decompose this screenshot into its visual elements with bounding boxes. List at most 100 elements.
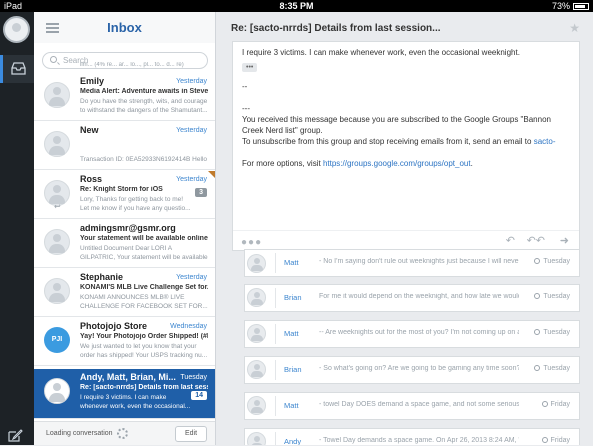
status-bar: iPad 8:35 PM 73% [0,0,593,12]
search-icon [50,56,57,63]
signature-dash: -- [242,82,248,91]
avatar [247,432,266,445]
preview: KONAMI ANNOUNCES MLB® LIVE CHALLENGE FOR… [80,294,208,310]
sender: admingsmr@gsmr.org [80,223,176,233]
thread-snippet: - No I'm saying don't rule out weeknight… [319,258,519,265]
inbox-tray-icon [11,62,26,75]
loading-text: Loading conversation [46,430,113,437]
subject: Re: Knight Storm for iOS [80,186,163,193]
list-title: Inbox [107,20,142,35]
thread-date-text: Friday [550,437,570,444]
reply-icon: ↩ [54,202,61,211]
star-icon[interactable]: ★ [569,21,580,35]
photojojo-avatar: PJI [44,327,70,353]
preview: Untitled Document Dear LORI A GILPATRIC,… [80,245,208,261]
thread-date-text: Tuesday [543,258,570,265]
thread-date-text: Tuesday [543,293,570,300]
body-line: I require 3 victims. I can make whenever… [242,48,520,57]
compose-icon [8,429,23,442]
thread-date: Friday [541,401,570,408]
thread-item[interactable]: Brian For me it would depend on the week… [244,284,580,312]
group-notice: You received this message because you ar… [242,115,551,135]
reply-all-icon[interactable]: ↶↶ [527,234,545,247]
clock-icon [541,437,548,443]
conversation-pane: Re: [sacto-nrrds] Details from last sess… [216,12,593,445]
count-badge: 14 [191,391,207,400]
avatar [247,288,266,307]
thread-snippet: - So what's going on? Are we going to be… [319,365,519,372]
thread-item[interactable]: Matt - No I'm saying don't rule out week… [244,249,580,277]
date: Yesterday [176,78,207,85]
avatar [44,131,70,157]
preview: Lory, Thanks for getting back to me! Let… [80,196,191,212]
compose-button[interactable] [0,422,34,446]
clock-icon [534,365,541,371]
clock-icon [534,258,541,264]
thread-sender: Matt [284,401,299,410]
thread-item[interactable]: Andy - Towel Day demands a space game. O… [244,428,580,445]
options-text: For more options, visit [242,159,321,168]
clock: 8:35 PM [279,1,314,11]
thread-item[interactable]: Matt - towel Day DOES demand a space gam… [244,392,580,420]
list-footer: Loading conversation Edit [34,421,215,445]
list-item[interactable]: Stephanie Yesterday KONAMI'S MLB Live Ch… [34,269,215,317]
list-item-selected[interactable]: Andy, Matt, Brian, Mi... Tuesday Re: [sa… [34,369,215,419]
thread-snippet: - towel Day DOES demand a space game, an… [319,401,519,408]
battery-icon [573,3,589,10]
avatar [247,254,266,273]
list-item[interactable]: PJI Photojojo Store Wednesday Yay! Your … [34,318,215,366]
message-list-panel: Inbox Search lim... (4% re... ar... lo..… [34,12,216,445]
reply-icon[interactable]: ↶ [506,234,515,247]
edit-button[interactable]: Edit [175,426,207,442]
thread-item[interactable]: Matt -- Are weeknights out for the most … [244,320,580,348]
conversation-title: Re: [sacto-nrrds] Details from last sess… [231,23,441,34]
avatar [247,324,266,343]
sender: Emily [80,76,105,86]
avatar [247,360,266,379]
avatar [44,378,70,404]
clock-icon [541,401,548,407]
thread-date-text: Tuesday [543,329,570,336]
thread-snippet: - Towel Day demands a space game. On Apr… [319,437,519,444]
thread-snippet: For me it would depend on the weeknight,… [319,293,519,300]
thread-date: Friday [541,437,570,444]
message-body: I require 3 victims. I can make whenever… [242,47,574,180]
subject: Media Alert: Adventure awaits in Steve..… [80,88,208,95]
battery-status: 73% [552,1,589,11]
thread-snippet: -- Are weeknights out for the most of yo… [319,329,519,336]
sender: Andy, Matt, Brian, Mi... [80,372,176,382]
subject: Your statement will be available online.… [80,235,208,242]
thread-item[interactable]: Brian - So what's going on? Are we going… [244,356,580,384]
forward-icon[interactable]: ➜ [560,234,569,247]
sender: Ross [80,174,103,184]
clock-icon [534,293,541,299]
thread-date: Tuesday [534,329,570,336]
list-item[interactable]: Emily Yesterday Media Alert: Adventure a… [34,73,215,121]
opt-out-link[interactable]: https://groups.google.com/groups/opt_out [323,159,471,168]
list-item[interactable]: admingsmr@gsmr.org Your statement will b… [34,220,215,268]
thread-date: Tuesday [534,258,570,265]
avatar [44,229,70,255]
preview: Do you have the strength, wits, and cour… [80,98,208,114]
list-item[interactable]: New Yesterday Transaction ID: 0EA52933N6… [34,122,215,170]
date: Yesterday [176,176,207,183]
thread-date-text: Friday [550,401,570,408]
left-rail [0,12,34,445]
thread-sender: Brian [284,365,302,374]
inbox-tray-button[interactable] [0,55,34,83]
date: Yesterday [176,274,207,281]
thread-date-text: Tuesday [543,365,570,372]
preview: I require 3 victims. I can make whenever… [80,394,191,410]
subject: KONAMI'S MLB Live Challenge Set for... [80,284,208,291]
message-actions: ●●● ↶ ↶↶ ➜ [233,230,579,250]
list-item[interactable]: ↩ Ross Yesterday Re: Knight Storm for iO… [34,171,215,219]
sender: Stephanie [80,272,124,282]
show-quoted-button[interactable]: ••• [242,63,258,72]
subject: Yay! Your Photojojo Order Shipped! (#N..… [80,333,208,340]
subject: Re: [sacto-nrrds] Details from last sess… [80,384,208,391]
date: Yesterday [176,127,207,134]
sender: Photojojo Store [80,321,147,331]
unsubscribe-link[interactable]: sacto- [534,137,556,146]
more-icon[interactable]: ●●● [241,237,262,248]
account-avatar[interactable] [3,16,30,43]
